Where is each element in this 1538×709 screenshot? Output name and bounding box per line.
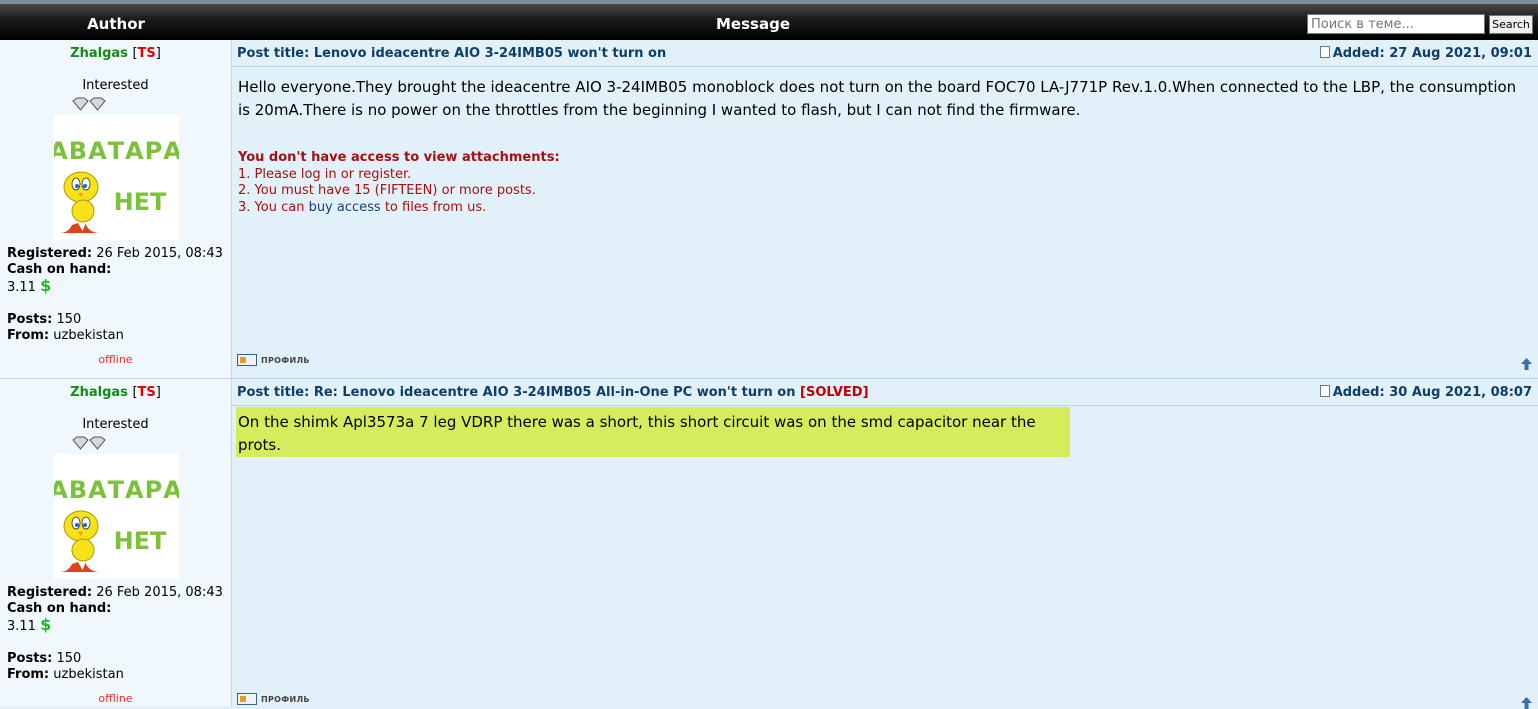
from-label: From: bbox=[7, 328, 50, 343]
avatar-text-line2: НЕТ bbox=[114, 188, 167, 216]
from-value: uzbekistan bbox=[53, 328, 124, 343]
author-panel: Zhalgas [TS] Interested АВАТАРА НЕТ Regi… bbox=[0, 40, 232, 378]
user-rank: Interested bbox=[82, 417, 149, 432]
attachments-notice-item-2: 2. You must have 15 (FIFTEEN) or more po… bbox=[238, 183, 536, 198]
status-badge: offline bbox=[98, 353, 133, 366]
username: Zhalgas [TS] bbox=[70, 46, 161, 61]
topic-starter-badge: TS bbox=[137, 385, 156, 400]
from-value: uzbekistan bbox=[53, 667, 124, 682]
buy-access-link[interactable]: buy access bbox=[309, 200, 381, 215]
posts-count: 150 bbox=[56, 651, 82, 666]
attachments-notice-item-3: 3. You can bbox=[238, 199, 309, 215]
post-link-icon[interactable] bbox=[1319, 385, 1330, 397]
back-to-top-icon[interactable] bbox=[1521, 358, 1532, 370]
registered-value: 26 Feb 2015, 08:43 bbox=[96, 585, 223, 600]
post-title-bar: Post title: Lenovo ideacentre AIO 3-24IM… bbox=[232, 40, 1538, 67]
attachments-notice: You don't have access to view attachment… bbox=[238, 150, 560, 216]
status-badge: offline bbox=[98, 692, 133, 705]
post-title-bar: Post title: Re: Lenovo ideacentre AIO 3-… bbox=[232, 379, 1538, 406]
avatar: АВАТАРА НЕТ bbox=[49, 454, 182, 579]
cash-label: Cash on hand: bbox=[7, 262, 112, 277]
cash-value: 3.11 bbox=[7, 280, 36, 295]
topic-search-input[interactable] bbox=[1307, 14, 1485, 34]
post-row: Zhalgas [TS] Interested АВАТАРА НЕТ Regi… bbox=[0, 379, 1538, 709]
post-title: Post title: Re: Lenovo ideacentre AIO 3-… bbox=[237, 385, 869, 400]
author-column-header: Author bbox=[87, 15, 145, 33]
post-link-icon[interactable] bbox=[1319, 46, 1330, 58]
rank-gems-icon bbox=[72, 436, 106, 450]
profile-button-label: ПРОФИЛЬ bbox=[261, 695, 310, 704]
user-info: Registered: 26 Feb 2015, 08:43 Cash on h… bbox=[7, 246, 223, 344]
posts-count: 150 bbox=[56, 312, 82, 327]
profile-card-icon bbox=[237, 693, 257, 705]
attachments-notice-item-1[interactable]: 1. Please log in or register. bbox=[238, 167, 560, 184]
registered-value: 26 Feb 2015, 08:43 bbox=[96, 246, 223, 261]
avatar-text-line1: АВАТАРА bbox=[54, 476, 179, 504]
avatar: АВАТАРА НЕТ bbox=[49, 115, 182, 240]
cash-label: Cash on hand: bbox=[7, 601, 112, 616]
avatar-text-line2: НЕТ bbox=[114, 527, 167, 555]
posts-label: Posts: bbox=[7, 312, 53, 327]
profile-card-icon bbox=[237, 354, 257, 366]
search-button[interactable]: Search bbox=[1489, 15, 1533, 34]
username-link[interactable]: Zhalgas bbox=[70, 385, 128, 400]
user-info: Registered: 26 Feb 2015, 08:43 Cash on h… bbox=[7, 585, 223, 683]
username: Zhalgas [TS] bbox=[70, 385, 161, 400]
message-panel: Post title: Lenovo ideacentre AIO 3-24IM… bbox=[232, 40, 1538, 378]
post-title: Post title: Lenovo ideacentre AIO 3-24IM… bbox=[237, 46, 667, 61]
attachments-notice-item-3-end: to files from us. bbox=[380, 199, 487, 215]
registered-label: Registered: bbox=[7, 585, 93, 600]
topic-starter-badge: TS bbox=[137, 46, 156, 61]
attachments-notice-title: You don't have access to view attachment… bbox=[238, 150, 560, 165]
message-column-header: Message bbox=[716, 15, 790, 33]
profile-button-label: ПРОФИЛЬ bbox=[261, 356, 310, 365]
author-panel: Zhalgas [TS] Interested АВАТАРА НЕТ Regi… bbox=[0, 379, 232, 706]
post-body: On the shimk Apl3573a 7 leg VDRP there w… bbox=[238, 413, 1036, 454]
profile-button[interactable]: ПРОФИЛЬ bbox=[237, 354, 310, 368]
post-date: Added: 30 Aug 2021, 08:07 bbox=[1319, 385, 1532, 400]
back-to-top-icon[interactable] bbox=[1521, 697, 1532, 709]
user-rank: Interested bbox=[82, 78, 149, 93]
highlighted-text-block: On the shimk Apl3573a 7 leg VDRP there w… bbox=[236, 407, 1070, 457]
table-header: Author Message Search bbox=[0, 0, 1538, 40]
cash-value: 3.11 bbox=[7, 619, 36, 634]
dollar-icon: $ bbox=[40, 276, 52, 295]
avatar-text-line1: АВАТАРА bbox=[54, 137, 179, 165]
from-label: From: bbox=[7, 667, 50, 682]
message-panel: Post title: Re: Lenovo ideacentre AIO 3-… bbox=[232, 379, 1538, 709]
rank-gems-icon bbox=[72, 97, 106, 111]
post-date: Added: 27 Aug 2021, 09:01 bbox=[1319, 46, 1532, 61]
profile-button[interactable]: ПРОФИЛЬ bbox=[237, 693, 310, 707]
posts-label: Posts: bbox=[7, 651, 53, 666]
solved-tag: [SOLVED] bbox=[800, 385, 869, 400]
registered-label: Registered: bbox=[7, 246, 93, 261]
dollar-icon: $ bbox=[40, 615, 52, 634]
post-body: Hello everyone.They brought the ideacent… bbox=[238, 78, 1517, 119]
post-row: Zhalgas [TS] Interested АВАТАРА НЕТ Regi… bbox=[0, 40, 1538, 378]
username-link[interactable]: Zhalgas bbox=[70, 46, 128, 61]
